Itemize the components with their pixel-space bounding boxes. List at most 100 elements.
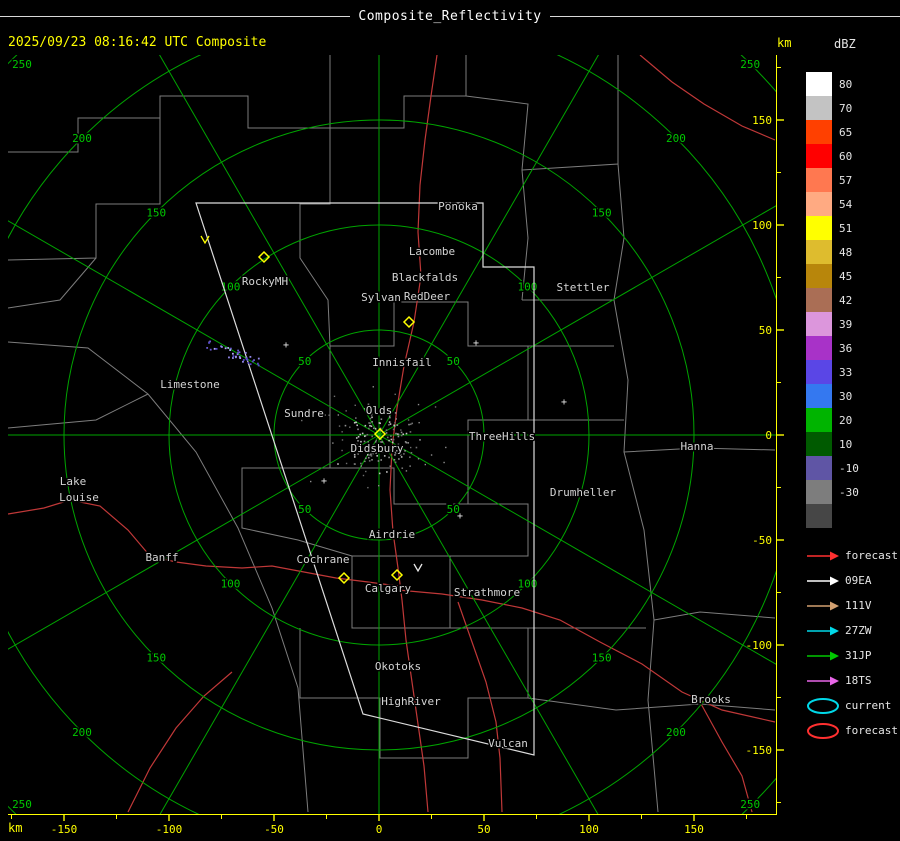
- echo-dot: [407, 419, 410, 421]
- echo-dot: [369, 417, 372, 420]
- right-axis-tick-label: 150: [752, 114, 772, 127]
- city-label: Vulcan: [488, 737, 528, 750]
- legend-arrow-icon: [807, 651, 839, 660]
- colorbar-swatch: [806, 360, 832, 384]
- echo-dot: [418, 421, 420, 424]
- city-label: Cochrane: [297, 553, 350, 566]
- pointer-marker: [413, 563, 423, 573]
- city-label: Sylvan: [361, 291, 401, 304]
- city-label: RockyMH: [242, 275, 288, 288]
- echo-dot: [370, 455, 373, 457]
- colorbar-entry: 10: [806, 432, 871, 456]
- range-label: 150: [146, 652, 166, 665]
- legend-label: 27ZW: [845, 624, 872, 637]
- echo-dot: [372, 386, 374, 388]
- city-label: HighRiver: [381, 695, 441, 708]
- colorbar-entry: 80: [806, 72, 871, 96]
- echo-dot: [371, 421, 373, 423]
- echo-dot: [374, 427, 377, 430]
- echo-dot: [232, 357, 234, 359]
- city-label: Calgary: [365, 582, 412, 595]
- radar-site-marker: [402, 315, 416, 329]
- county-boundary: [8, 341, 309, 813]
- echo-dot: [398, 458, 400, 460]
- echo-dot: [364, 435, 367, 437]
- bottom-axis-tick-label: -100: [156, 823, 183, 836]
- range-label: 150: [592, 652, 612, 665]
- city-label: Sundre: [284, 407, 324, 420]
- echo-dot: [402, 433, 405, 436]
- county-boundary: [8, 257, 97, 309]
- echo-dot: [394, 421, 396, 424]
- legend-label: 31JP: [845, 649, 872, 662]
- colorbar-label: 57: [839, 173, 853, 187]
- city-label: RedDeer: [404, 290, 451, 303]
- colorbar-swatch: [806, 216, 832, 240]
- echo-dot: [400, 456, 403, 458]
- echo-dot: [364, 424, 367, 427]
- echo-dot: [228, 356, 230, 359]
- echo-dot: [409, 446, 412, 449]
- echo-dot: [430, 454, 433, 456]
- echo-dot: [231, 352, 234, 355]
- colorbar-swatch: [806, 336, 832, 360]
- colorbar-label: 20: [839, 413, 853, 427]
- echo-dot: [393, 458, 396, 461]
- echo-dot: [393, 424, 395, 427]
- colorbar-label: 54: [839, 197, 853, 211]
- echo-dot: [392, 428, 395, 431]
- echo-dot: [227, 347, 230, 349]
- point-marker: +: [473, 338, 479, 349]
- point-marker: +: [283, 340, 289, 351]
- radar-map[interactable]: 5010015020025050100150200250501001502002…: [0, 0, 900, 841]
- echo-dot: [208, 342, 211, 344]
- echo-dot: [221, 346, 223, 348]
- county-boundary: [330, 55, 467, 129]
- legend-arrow-icon: [807, 551, 839, 560]
- colorbar-swatch: [806, 480, 832, 504]
- echo-dot: [247, 362, 250, 364]
- bottom-axis-tick-label: -150: [51, 823, 78, 836]
- echo-dot: [370, 425, 373, 428]
- county-boundary: [329, 301, 529, 505]
- echo-dot: [341, 431, 343, 433]
- range-label: 250: [740, 798, 760, 811]
- right-axis-tick-label: -50: [752, 534, 772, 547]
- range-label: 200: [666, 132, 686, 145]
- echo-dot: [229, 349, 232, 352]
- echo-dot: [365, 470, 367, 473]
- bottom-axis-tick-label: -50: [264, 823, 284, 836]
- bottom-axis-tick-label: 0: [376, 823, 383, 836]
- legend-label: 111V: [845, 599, 872, 612]
- echo-dot: [366, 433, 369, 436]
- colorbar-entry: 48: [806, 240, 871, 264]
- county-boundary: [8, 393, 149, 429]
- city-label: Strathmore: [454, 586, 520, 599]
- echo-dot: [206, 346, 209, 349]
- echo-dot: [310, 480, 312, 483]
- colorbar-label: 36: [839, 341, 853, 355]
- echo-dot: [400, 431, 403, 434]
- legend-item: 31JP: [806, 643, 898, 668]
- echo-dot: [409, 456, 411, 459]
- echo-dot: [364, 460, 366, 463]
- point-marker: +: [561, 397, 567, 408]
- bottom-axis-unit-label: km: [8, 821, 23, 835]
- echo-dot: [324, 414, 326, 416]
- legend-arrow-icon: [807, 676, 839, 685]
- colorbar-swatch: [806, 192, 832, 216]
- echo-dot: [257, 357, 260, 360]
- highway-line: [457, 601, 503, 813]
- right-axis-tick-label: 50: [759, 324, 772, 337]
- echo-dot: [338, 425, 341, 427]
- echo-dot: [367, 486, 369, 489]
- echo-dot: [400, 429, 402, 431]
- legend-ellipse-icon: [807, 697, 839, 714]
- colorbar-entry: 36: [806, 336, 871, 360]
- legend-arrow-icon: [807, 601, 839, 610]
- colorbar-entry: 30: [806, 384, 871, 408]
- echo-dot: [341, 449, 343, 452]
- echo-dot: [383, 455, 386, 457]
- right-axis-tick-label: 100: [752, 219, 772, 232]
- echo-dot: [415, 446, 418, 449]
